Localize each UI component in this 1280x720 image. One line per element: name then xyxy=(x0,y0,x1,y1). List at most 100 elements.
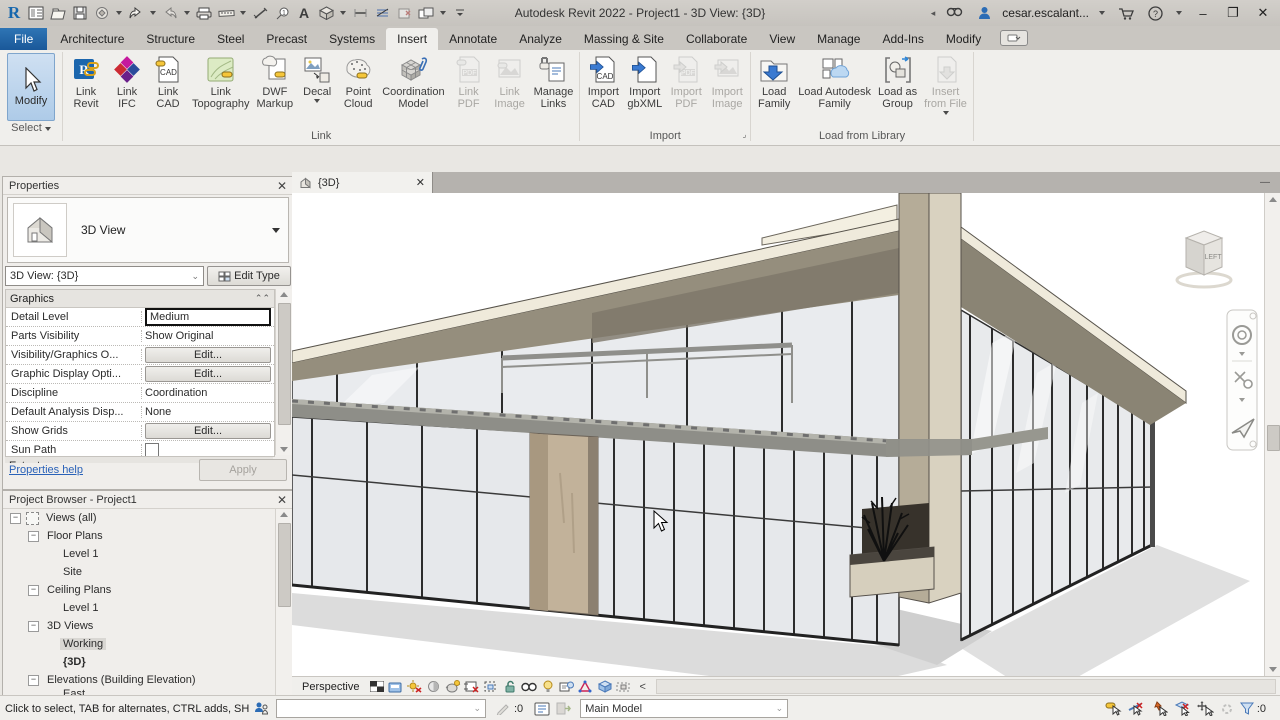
prop-row-show-grids[interactable]: Show GridsEdit... xyxy=(6,422,274,441)
scroll-up-icon[interactable] xyxy=(280,512,288,517)
decal-button[interactable]: Decal xyxy=(297,52,337,105)
viewbar-collapse-icon[interactable]: < xyxy=(639,681,645,693)
drag-on-selection-icon[interactable] xyxy=(1197,701,1214,716)
signed-in-user[interactable]: cesar.escalant... xyxy=(1002,6,1089,20)
import-cad-button[interactable]: CAD ImportCAD xyxy=(583,52,623,112)
editing-requests-icon[interactable] xyxy=(496,702,511,715)
link-cad-button[interactable]: CAD LinkCAD xyxy=(148,52,188,112)
tab-precast[interactable]: Precast xyxy=(255,28,318,50)
dwf-markup-button[interactable]: DWFMarkup xyxy=(254,52,297,112)
import-image-button[interactable]: ImportImage xyxy=(707,52,747,112)
prop-row-default-analysis[interactable]: Default Analysis Disp...None xyxy=(6,403,274,422)
properties-title-bar[interactable]: Properties ✕ xyxy=(3,177,293,195)
tab-file[interactable]: File xyxy=(0,28,47,50)
prop-row-detail-level[interactable]: Detail LevelMedium xyxy=(6,308,274,327)
rendering-dialog-icon[interactable] xyxy=(444,679,461,694)
customize-qat-caret[interactable] xyxy=(450,3,470,23)
shadows-off-icon[interactable] xyxy=(425,679,442,694)
help-icon[interactable]: ? xyxy=(1148,6,1163,21)
switch-windows-icon[interactable] xyxy=(416,3,436,23)
undo-icon[interactable] xyxy=(126,3,146,23)
tab-steel[interactable]: Steel xyxy=(206,28,255,50)
tree-item-views-all[interactable]: −Views (all) xyxy=(4,509,274,527)
drawing-area[interactable]: LEFT xyxy=(292,193,1264,676)
browser-scrollbar[interactable] xyxy=(275,509,292,718)
building-model[interactable]: LEFT xyxy=(292,193,1264,676)
select-by-face-icon[interactable] xyxy=(1174,701,1191,716)
detail-level-input[interactable]: Medium xyxy=(145,308,271,326)
select-links-icon[interactable] xyxy=(1105,701,1122,716)
worksharing-icon[interactable] xyxy=(254,701,269,716)
select-underlay-icon[interactable] xyxy=(1128,701,1145,716)
tab-add-ins[interactable]: Add-Ins xyxy=(871,28,934,50)
redo-dropdown-caret[interactable] xyxy=(184,11,190,15)
select-pinned-icon[interactable] xyxy=(1151,701,1168,716)
3d-view-dropdown-caret[interactable] xyxy=(340,11,346,15)
temporary-view-properties-icon[interactable] xyxy=(558,679,575,694)
ribbon-display-toggle[interactable] xyxy=(1000,30,1028,46)
link-topography-button[interactable]: LinkTopography xyxy=(189,52,253,112)
aligned-dimension-icon[interactable] xyxy=(250,3,270,23)
worksets-combo[interactable]: ⌄ xyxy=(276,699,486,718)
link-panel-label[interactable]: Link xyxy=(63,129,579,145)
open-file-icon[interactable] xyxy=(48,3,68,23)
reveal-hidden-elements-icon[interactable] xyxy=(539,679,556,694)
view-scale-label[interactable]: Perspective xyxy=(292,681,367,693)
tree-item-working[interactable]: Working xyxy=(4,635,274,653)
load-family-button[interactable]: LoadFamily xyxy=(754,52,794,112)
expander-icon[interactable]: − xyxy=(28,675,39,686)
tab-architecture[interactable]: Architecture xyxy=(49,28,135,50)
tab-massing-site[interactable]: Massing & Site xyxy=(573,28,675,50)
properties-palette-icon[interactable] xyxy=(26,3,46,23)
reveal-constraints-icon[interactable] xyxy=(615,679,632,694)
insert-from-file-button[interactable]: Insertfrom File xyxy=(921,52,970,117)
tab-view[interactable]: View xyxy=(758,28,806,50)
measure-icon[interactable] xyxy=(216,3,236,23)
graphics-section-header[interactable]: Graphics ⌃⌃ xyxy=(6,290,274,308)
sun-settings-off-icon[interactable] xyxy=(406,679,423,694)
point-cloud-button[interactable]: PointCloud xyxy=(338,52,378,112)
viewcube[interactable]: LEFT xyxy=(1177,231,1231,287)
tab-collaborate[interactable]: Collaborate xyxy=(675,28,758,50)
section-icon[interactable] xyxy=(350,3,370,23)
properties-scrollbar[interactable] xyxy=(275,289,292,455)
unlocked-view-icon[interactable] xyxy=(501,679,518,694)
prop-row-discipline[interactable]: DisciplineCoordination xyxy=(6,384,274,403)
canvas-scrollbar[interactable] xyxy=(1264,193,1280,676)
help-dropdown-caret[interactable] xyxy=(1176,11,1182,15)
worksets-dialog-icon[interactable] xyxy=(534,702,550,716)
measure-dropdown-caret[interactable] xyxy=(240,11,246,15)
redo-icon[interactable] xyxy=(160,3,180,23)
import-panel-expander-icon[interactable]: ⌟ xyxy=(742,127,746,142)
expander-icon[interactable]: − xyxy=(28,531,39,542)
type-selector-caret[interactable] xyxy=(272,228,280,233)
import-gbxml-button[interactable]: ImportgbXML xyxy=(624,52,665,112)
project-browser-title-bar[interactable]: Project Browser - Project1 ✕ xyxy=(3,491,293,509)
background-processes-icon[interactable] xyxy=(1220,702,1234,716)
modify-button[interactable]: Modify xyxy=(7,53,55,121)
filter-icon[interactable] xyxy=(1240,702,1254,715)
user-icon[interactable] xyxy=(978,6,991,20)
show-grids-edit-button[interactable]: Edit... xyxy=(145,423,271,439)
view-tab-3d[interactable]: {3D} ✕ xyxy=(292,172,433,193)
expander-icon[interactable]: − xyxy=(28,585,39,596)
import-pdf-button[interactable]: PDF ImportPDF xyxy=(666,52,706,112)
tab-systems[interactable]: Systems xyxy=(318,28,386,50)
save-icon[interactable] xyxy=(70,3,90,23)
view-tab-close-icon[interactable]: ✕ xyxy=(416,176,425,189)
properties-close-icon[interactable]: ✕ xyxy=(277,179,287,193)
show-analytical-model-icon[interactable] xyxy=(577,679,594,694)
load-autodesk-family-button[interactable]: Load AutodeskFamily xyxy=(795,52,874,112)
visual-style-icon[interactable] xyxy=(368,679,385,694)
print-icon[interactable] xyxy=(194,3,214,23)
scroll-thumb[interactable] xyxy=(278,303,291,425)
tab-manage[interactable]: Manage xyxy=(806,28,871,50)
app-store-cart-icon[interactable] xyxy=(1118,7,1134,20)
scroll-up-icon[interactable] xyxy=(280,292,288,297)
navigation-bar[interactable] xyxy=(1227,310,1257,450)
default-3d-view-icon[interactable] xyxy=(316,3,336,23)
design-options-combo[interactable]: Main Model⌄ xyxy=(580,699,788,718)
switch-windows-dropdown-caret[interactable] xyxy=(440,11,446,15)
prop-row-sun-path[interactable]: Sun Path xyxy=(6,441,274,457)
scroll-thumb[interactable] xyxy=(1267,425,1280,451)
